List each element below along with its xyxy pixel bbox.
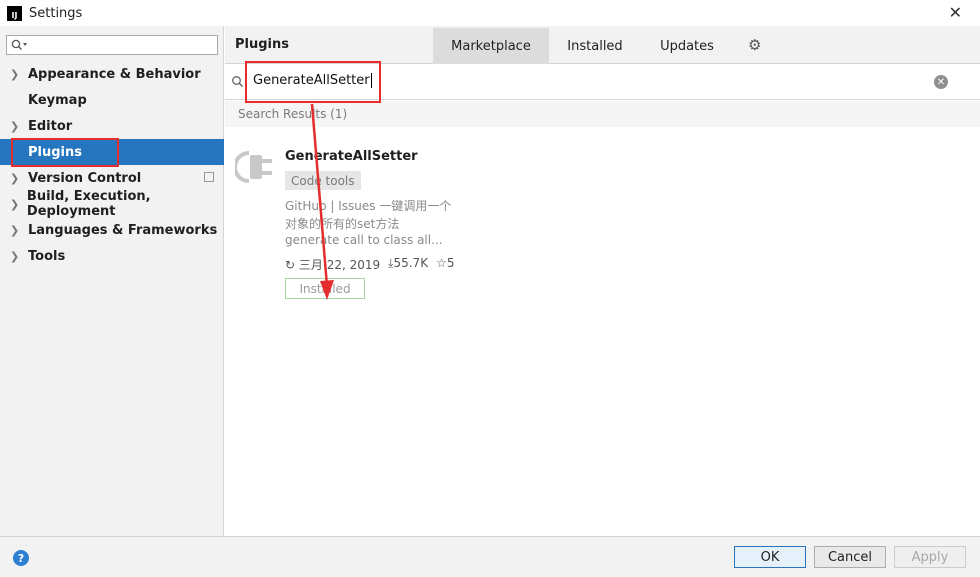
search-results-list: GenerateAllSetter Code tools GitHub | Is… bbox=[225, 127, 980, 536]
sidebar-item-label: Tools bbox=[28, 248, 66, 264]
refresh-icon: ↻ bbox=[285, 258, 296, 272]
settings-sidebar: ❯ Appearance & Behavior Keymap ❯ Editor … bbox=[0, 26, 224, 536]
clear-search-icon[interactable]: ✕ bbox=[934, 75, 948, 89]
search-results-header: Search Results (1) bbox=[225, 101, 980, 127]
chevron-right-icon: ❯ bbox=[10, 223, 20, 237]
sidebar-item-label: Plugins bbox=[28, 144, 82, 160]
apply-button[interactable]: Apply bbox=[894, 546, 966, 568]
plugin-description-line: 对象的所有的set方法 bbox=[285, 217, 400, 231]
sidebar-item-label: Appearance & Behavior bbox=[28, 66, 201, 82]
chevron-right-icon: ❯ bbox=[10, 197, 20, 211]
plugin-plug-icon bbox=[235, 151, 272, 183]
sidebar-item-plugins[interactable]: Plugins bbox=[0, 139, 224, 165]
plugin-description-line: GitHub | Issues 一键调用一个 bbox=[285, 199, 452, 213]
search-icon bbox=[232, 76, 243, 87]
window-title: Settings bbox=[29, 5, 83, 21]
plugin-category-tag[interactable]: Code tools bbox=[285, 171, 361, 190]
star-icon: ☆ bbox=[436, 256, 447, 270]
ok-button[interactable]: OK bbox=[734, 546, 806, 568]
sidebar-item-label: Build, Execution, Deployment bbox=[26, 189, 151, 219]
chevron-right-icon: ❯ bbox=[10, 171, 20, 185]
project-level-icon bbox=[204, 172, 214, 182]
plugin-meta: ↻ 三月 22, 2019 ⤓55.7K ☆5 bbox=[285, 256, 454, 273]
sidebar-item-label: Keymap bbox=[28, 92, 87, 108]
chevron-right-icon: ❯ bbox=[10, 67, 20, 81]
search-icon bbox=[11, 39, 27, 50]
sidebar-item-label: Editor bbox=[28, 118, 73, 134]
tab-updates[interactable]: Updates bbox=[641, 28, 733, 64]
intellij-app-icon: IJ bbox=[7, 5, 22, 21]
plugin-downloads: ⤓55.7K bbox=[388, 256, 429, 270]
chevron-right-icon: ❯ bbox=[10, 119, 20, 133]
chevron-right-icon: ❯ bbox=[10, 249, 20, 263]
sidebar-item-languages-frameworks[interactable]: ❯ Languages & Frameworks bbox=[0, 217, 224, 243]
search-results-count: Search Results (1) bbox=[238, 107, 348, 121]
title-bar: IJ Settings ✕ bbox=[0, 0, 980, 26]
plugin-name[interactable]: GenerateAllSetter bbox=[285, 149, 418, 164]
plugin-rating: ☆5 bbox=[436, 256, 455, 270]
sidebar-item-build-execution-deployment[interactable]: ❯ Build, Execution, Deployment bbox=[0, 189, 224, 219]
tab-marketplace[interactable]: Marketplace bbox=[433, 28, 549, 64]
cancel-button[interactable]: Cancel bbox=[814, 546, 886, 568]
plugin-search-bar[interactable]: GenerateAllSetter ✕ bbox=[225, 64, 980, 100]
sidebar-item-appearance-behavior[interactable]: ❯ Appearance & Behavior bbox=[0, 61, 224, 87]
sidebar-item-editor[interactable]: ❯ Editor bbox=[0, 113, 224, 139]
close-icon[interactable]: ✕ bbox=[949, 3, 962, 22]
plugins-header: Plugins Marketplace Installed Updates ⚙ bbox=[225, 26, 980, 64]
settings-search-input[interactable] bbox=[6, 35, 218, 55]
plugin-description-line: generate call to class all... bbox=[285, 233, 443, 247]
sidebar-item-label: Version Control bbox=[28, 170, 142, 186]
sidebar-item-label: Languages & Frameworks bbox=[28, 222, 218, 238]
plugin-date: ↻ 三月 22, 2019 bbox=[285, 258, 381, 272]
dialog-footer: ? OK Cancel Apply bbox=[0, 536, 980, 577]
help-icon[interactable]: ? bbox=[13, 550, 29, 566]
installed-button[interactable]: Installed bbox=[285, 278, 365, 299]
sidebar-item-version-control[interactable]: ❯ Version Control bbox=[0, 165, 224, 191]
plugin-search-input[interactable]: GenerateAllSetter bbox=[253, 73, 372, 88]
gear-icon[interactable]: ⚙ bbox=[748, 36, 761, 54]
page-title: Plugins bbox=[235, 37, 289, 52]
sidebar-item-keymap[interactable]: Keymap bbox=[0, 87, 224, 113]
tab-installed[interactable]: Installed bbox=[549, 28, 641, 64]
sidebar-item-tools[interactable]: ❯ Tools bbox=[0, 243, 224, 269]
